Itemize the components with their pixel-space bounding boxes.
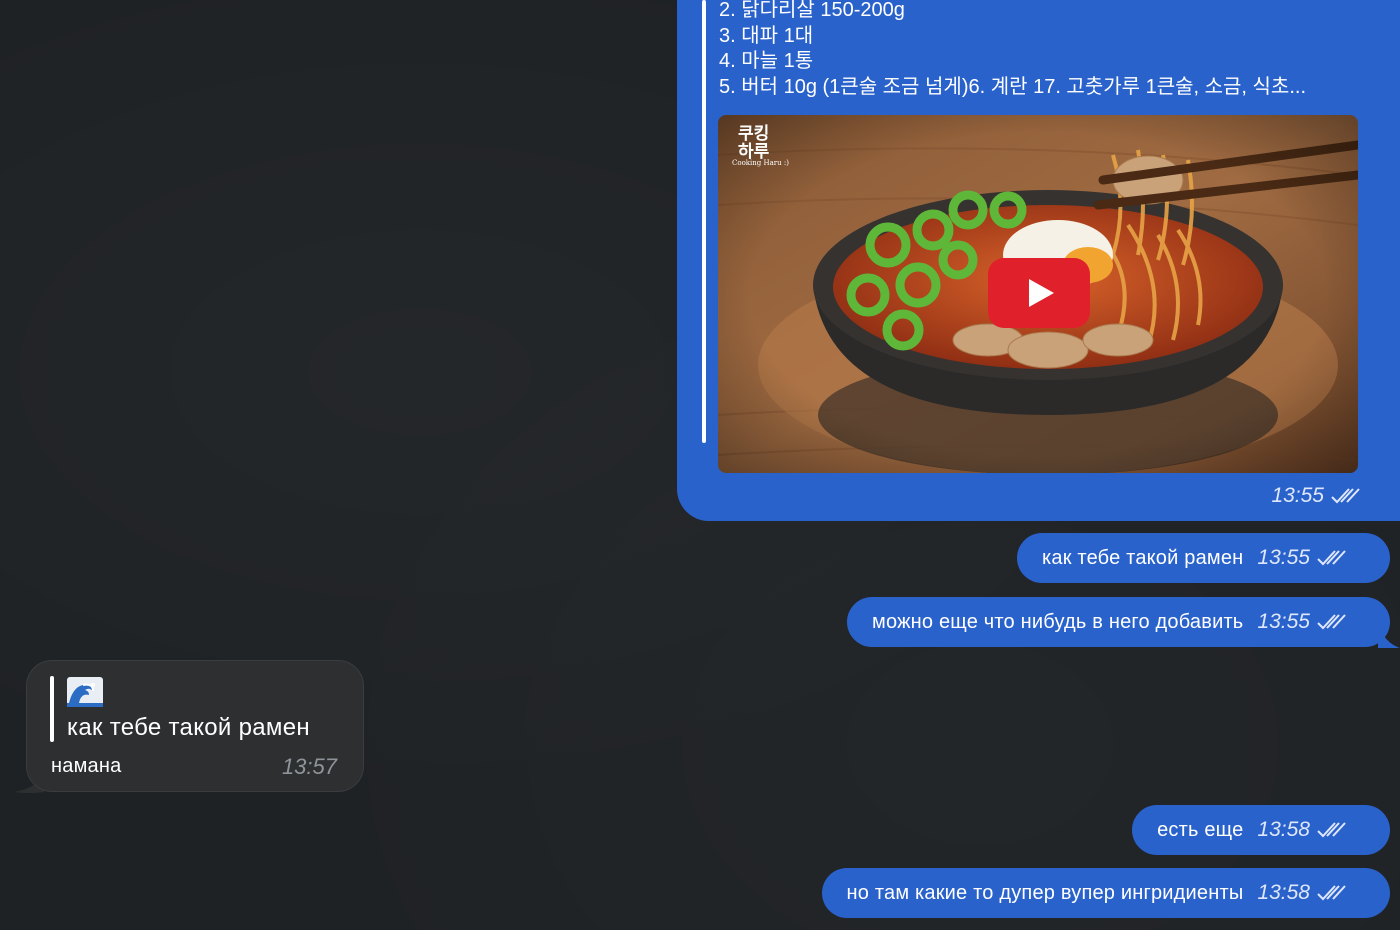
video-thumbnail[interactable]: 쿠킹 하루 Cooking Haru :): [718, 115, 1358, 473]
incoming-message[interactable]: как тебе такой рамен намана 13:57: [26, 660, 364, 792]
message-time: 13:58: [1257, 881, 1310, 904]
preview-line: 5. 버터 10g (1큰술 조금 넘게)6. 계란 17. 고춧가루 1큰술,…: [719, 75, 1307, 98]
outgoing-message[interactable]: но там какие то дупер вупер ингридиенты …: [821, 868, 1390, 918]
play-icon: [988, 258, 1090, 328]
channel-logo-line1: 쿠킹: [738, 124, 769, 144]
message-time: 13:58: [1257, 818, 1310, 841]
message-meta: 13:55: [1271, 484, 1360, 508]
reply-quote-text: как тебе такой рамен: [67, 714, 310, 741]
message-time: 13:57: [281, 754, 337, 779]
double-check-icon: [1317, 550, 1346, 566]
message-text: но там какие то дупер вупер ингридиенты: [846, 881, 1244, 904]
message-text: намана: [51, 755, 122, 777]
channel-logo-sub: Cooking Haru :): [732, 159, 789, 167]
play-button[interactable]: [988, 258, 1090, 328]
message-text: есть еще: [1157, 818, 1244, 841]
wave-emoji: [67, 677, 103, 712]
reply-quote-bar: [50, 676, 54, 742]
preview-quote-bar: [702, 0, 706, 443]
double-check-icon: [1317, 885, 1346, 901]
message-text: можно еще что нибудь в него добавить: [872, 610, 1244, 633]
outgoing-message[interactable]: можно еще что нибудь в него добавить 13:…: [847, 597, 1390, 647]
message-meta: 13:58: [1257, 818, 1346, 842]
message-time: 13:55: [1257, 610, 1310, 633]
preview-line: 3. 대파 1대: [719, 24, 814, 47]
message-meta: 13:55: [1257, 610, 1346, 634]
message-meta: 13:55: [1257, 546, 1346, 570]
preview-line: 2. 닭다리살 150-200g: [719, 0, 905, 21]
preview-description: 2. 닭다리살 150-200g 3. 대파 1대 4. 마늘 1통 5. 버터…: [719, 0, 1306, 100]
double-check-icon: [1317, 614, 1346, 630]
double-check-icon: [1331, 488, 1360, 504]
link-preview-message[interactable]: 2. 닭다리살 150-200g 3. 대파 1대 4. 마늘 1통 5. 버터…: [677, 0, 1400, 521]
outgoing-message[interactable]: есть еще 13:58: [1132, 805, 1390, 855]
message-meta: 13:58: [1257, 881, 1346, 905]
outgoing-message[interactable]: как тебе такой рамен 13:55: [1017, 533, 1390, 583]
message-time: 13:55: [1257, 546, 1310, 569]
message-time: 13:55: [1271, 484, 1324, 507]
bubble-tail-out: [1378, 620, 1400, 648]
message-text: как тебе такой рамен: [1042, 546, 1244, 569]
preview-line: 4. 마늘 1통: [719, 50, 814, 72]
double-check-icon: [1317, 822, 1346, 838]
